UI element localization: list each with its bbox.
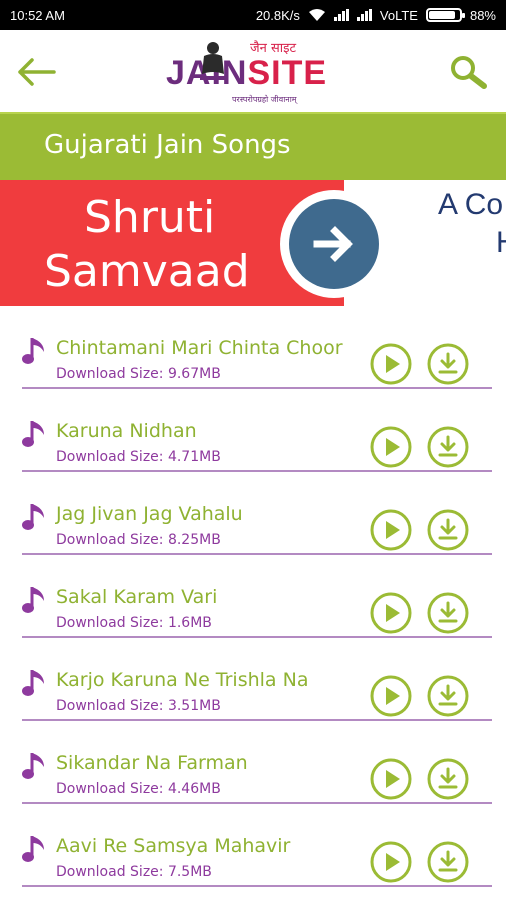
download-icon — [427, 592, 469, 634]
music-note-icon — [22, 587, 44, 613]
play-icon — [370, 343, 412, 385]
status-icons: 20.8K/s VoLTE 88% — [256, 8, 496, 23]
music-note-icon — [22, 338, 44, 364]
download-button[interactable] — [427, 675, 469, 717]
song-title: Sakal Karam Vari — [56, 586, 218, 608]
song-download-size: Download Size: 1.6MB — [56, 615, 212, 631]
play-icon — [370, 675, 412, 717]
banner-arrow-circle — [289, 199, 379, 289]
list-item[interactable]: Sikandar Na Farman Download Size: 4.46MB — [0, 721, 506, 804]
play-button[interactable] — [370, 509, 412, 551]
play-button[interactable] — [370, 675, 412, 717]
list-item[interactable]: Chintamani Mari Chinta Choor Download Siz… — [0, 306, 506, 389]
download-button[interactable] — [427, 592, 469, 634]
download-button[interactable] — [427, 343, 469, 385]
play-button[interactable] — [370, 841, 412, 883]
play-icon — [370, 509, 412, 551]
search-icon — [451, 56, 487, 89]
play-icon — [370, 426, 412, 468]
play-icon — [370, 758, 412, 800]
row-divider — [22, 885, 492, 887]
download-button[interactable] — [427, 509, 469, 551]
logo-wordmark: JAINSITE — [166, 54, 327, 93]
music-note-icon — [22, 670, 44, 696]
back-button[interactable] — [14, 52, 58, 92]
page-title: Gujarati Jain Songs — [44, 130, 291, 160]
promo-banner[interactable]: Shruti Samvaad A Co H — [0, 180, 506, 306]
banner-arrow-button[interactable] — [280, 190, 388, 298]
status-bar: 10:52 AM 20.8K/s VoLTE 88% — [0, 0, 506, 30]
download-icon — [427, 758, 469, 800]
download-icon — [427, 343, 469, 385]
download-button[interactable] — [427, 426, 469, 468]
network-type: VoLTE — [379, 7, 418, 23]
signal-icon — [333, 9, 349, 21]
music-note-icon — [22, 504, 44, 530]
banner-right-line-1: A Co — [438, 188, 504, 221]
song-download-size: Download Size: 8.25MB — [56, 532, 221, 548]
music-note-icon — [22, 836, 44, 862]
play-button[interactable] — [370, 592, 412, 634]
download-icon — [427, 509, 469, 551]
music-note-icon — [22, 753, 44, 779]
search-button[interactable] — [446, 52, 490, 92]
play-button[interactable] — [370, 426, 412, 468]
song-title: Sikandar Na Farman — [56, 752, 248, 774]
logo-figure-icon — [200, 42, 226, 80]
song-title: Karjo Karuna Ne Trishla Na — [56, 669, 309, 691]
play-button[interactable] — [370, 758, 412, 800]
arrow-left-icon — [18, 58, 56, 86]
banner-line-2: Samvaad — [44, 246, 250, 297]
page-title-bar: Gujarati Jain Songs — [0, 112, 506, 180]
music-note-icon — [22, 421, 44, 447]
song-title: Aavi Re Samsya Mahavir — [56, 835, 291, 857]
status-time: 10:52 AM — [10, 7, 65, 23]
download-icon — [427, 841, 469, 883]
wifi-icon — [308, 9, 325, 21]
list-item[interactable]: Karuna Nidhan Download Size: 4.71MB — [0, 389, 506, 472]
list-item[interactable]: Aavi Re Samsya Mahavir Download Size: 7.5… — [0, 804, 506, 887]
song-download-size: Download Size: 4.71MB — [56, 449, 221, 465]
logo-tagline: परस्परोपग्रहो जीवानाम् — [232, 95, 297, 104]
app-bar: जैन साइट JAINSITE परस्परोपग्रहो जीवानाम् — [0, 30, 506, 112]
play-button[interactable] — [370, 343, 412, 385]
download-button[interactable] — [427, 841, 469, 883]
battery-icon — [425, 8, 465, 22]
signal-icon-2 — [356, 9, 372, 21]
song-download-size: Download Size: 9.67MB — [56, 366, 221, 382]
logo-text-accent: SITE — [247, 54, 328, 92]
list-item[interactable]: Sakal Karam Vari Download Size: 1.6MB — [0, 555, 506, 638]
song-download-size: Download Size: 3.51MB — [56, 698, 221, 714]
app-logo: जैन साइट JAINSITE परस्परोपग्रहो जीवानाम् — [160, 38, 350, 104]
list-item[interactable]: Jag Jivan Jag Vahalu Download Size: 8.25M… — [0, 472, 506, 555]
song-title: Jag Jivan Jag Vahalu — [56, 503, 243, 525]
song-title: Chintamani Mari Chinta Choor — [56, 337, 343, 359]
song-download-size: Download Size: 7.5MB — [56, 864, 212, 880]
play-icon — [370, 592, 412, 634]
song-title: Karuna Nidhan — [56, 420, 197, 442]
download-icon — [427, 426, 469, 468]
network-speed: 20.8K/s — [255, 7, 300, 23]
banner-right-line-2: H — [438, 224, 506, 262]
play-icon — [370, 841, 412, 883]
list-item[interactable]: Karjo Karuna Ne Trishla Na Download Size:… — [0, 638, 506, 721]
download-icon — [427, 675, 469, 717]
banner-line-1: Shruti — [84, 192, 216, 243]
arrow-right-icon — [313, 226, 353, 262]
song-download-size: Download Size: 4.46MB — [56, 781, 221, 797]
banner-right-text: A Co H — [438, 186, 506, 262]
download-button[interactable] — [427, 758, 469, 800]
battery-percent: 88% — [469, 7, 496, 23]
